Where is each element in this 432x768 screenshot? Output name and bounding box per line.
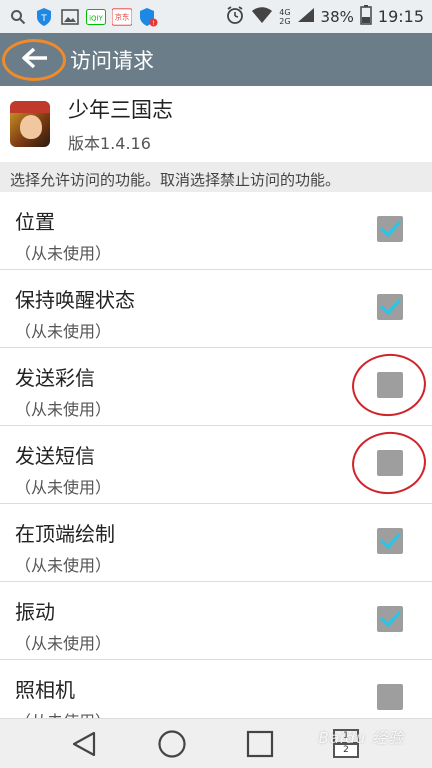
- app-bar: 访问请求: [0, 33, 432, 86]
- battery-icon: [360, 4, 372, 29]
- permission-item-send-mms[interactable]: 发送彩信 （从未使用）: [0, 348, 432, 426]
- permission-subtitle: （从未使用）: [15, 322, 112, 341]
- permission-checkbox-keep-awake[interactable]: [377, 294, 403, 320]
- battery-percent: 38%: [320, 7, 354, 26]
- square-recents-icon: [246, 730, 274, 757]
- app-name: 少年三国志: [68, 98, 173, 122]
- svg-text:T: T: [40, 14, 47, 24]
- app-version: 版本1.4.16: [68, 134, 151, 153]
- shield-alert-icon: !: [138, 7, 158, 27]
- permission-subtitle: （从未使用）: [15, 556, 112, 575]
- permission-checkbox-location[interactable]: [377, 216, 403, 242]
- permission-list: 位置 （从未使用） 保持唤醒状态 （从未使用） 发送彩信 （从未使用） 发送短信…: [0, 192, 432, 718]
- permission-subtitle: （从未使用）: [15, 634, 112, 653]
- status-bar: T iQIY 京东 ! 4G 2G 38% 19:15: [0, 0, 432, 33]
- check-icon: [380, 221, 401, 237]
- permission-title: 振动: [15, 600, 55, 624]
- check-icon: [380, 533, 401, 549]
- network-type-bottom: 2G: [279, 16, 291, 26]
- alarm-icon: [225, 5, 245, 29]
- permission-title: 在顶端绘制: [15, 522, 115, 546]
- permission-title: 保持唤醒状态: [15, 288, 135, 312]
- network-type-top: 4G: [279, 7, 291, 17]
- permission-checkbox-draw-over[interactable]: [377, 528, 403, 554]
- jd-icon: 京东: [112, 7, 132, 27]
- network-type: 4G 2G: [279, 8, 290, 26]
- check-icon: [380, 611, 401, 627]
- search-icon: [8, 7, 28, 27]
- permission-checkbox-vibrate[interactable]: [377, 606, 403, 632]
- highlight-circle: [2, 39, 66, 81]
- back-nav-button[interactable]: [64, 724, 104, 764]
- system-status: 4G 2G 38% 19:15: [225, 4, 424, 29]
- triangle-back-icon: [72, 731, 96, 756]
- svg-text:京东: 京东: [115, 12, 130, 21]
- app-info: 少年三国志 版本1.4.16: [0, 86, 432, 162]
- permission-title: 照相机: [15, 678, 75, 702]
- permission-subtitle: （从未使用）: [15, 708, 432, 718]
- permission-item-vibrate[interactable]: 振动 （从未使用）: [0, 582, 432, 660]
- home-circle-icon: [158, 729, 186, 758]
- dual-window-button[interactable]: 1 2: [328, 724, 368, 764]
- permission-item-camera[interactable]: 照相机 （从未使用）: [0, 660, 432, 718]
- permissions-description: 选择允许访问的功能。取消选择禁止访问的功能。: [0, 162, 432, 192]
- svg-text:!: !: [152, 20, 154, 27]
- check-icon: [380, 299, 401, 315]
- notification-icons: T iQIY 京东 !: [8, 7, 158, 27]
- home-button[interactable]: [152, 724, 192, 764]
- app-icon: [10, 101, 50, 147]
- dual-window-bottom: 2: [333, 742, 359, 758]
- image-icon: [60, 7, 80, 27]
- svg-text:iQIY: iQIY: [89, 14, 104, 22]
- signal-icon: [297, 7, 315, 27]
- back-button[interactable]: [0, 33, 70, 86]
- clock: 19:15: [377, 7, 424, 26]
- permission-item-send-sms[interactable]: 发送短信 （从未使用）: [0, 426, 432, 504]
- dual-window-icon: 1 2: [333, 728, 363, 759]
- permission-item-location[interactable]: 位置 （从未使用）: [0, 192, 432, 270]
- permission-title: 位置: [15, 210, 55, 234]
- permission-checkbox-camera[interactable]: [377, 684, 403, 710]
- permission-item-keep-awake[interactable]: 保持唤醒状态 （从未使用）: [0, 270, 432, 348]
- recents-button[interactable]: [240, 724, 280, 764]
- permission-item-draw-over[interactable]: 在顶端绘制 （从未使用）: [0, 504, 432, 582]
- wifi-icon: [251, 6, 273, 28]
- page-title: 访问请求: [70, 48, 154, 73]
- iqiyi-icon: iQIY: [86, 7, 106, 27]
- permission-subtitle: （从未使用）: [15, 244, 112, 263]
- dual-window-top: 1: [333, 728, 359, 744]
- navigation-bar: 1 2: [0, 718, 432, 768]
- shield-icon: T: [34, 7, 54, 27]
